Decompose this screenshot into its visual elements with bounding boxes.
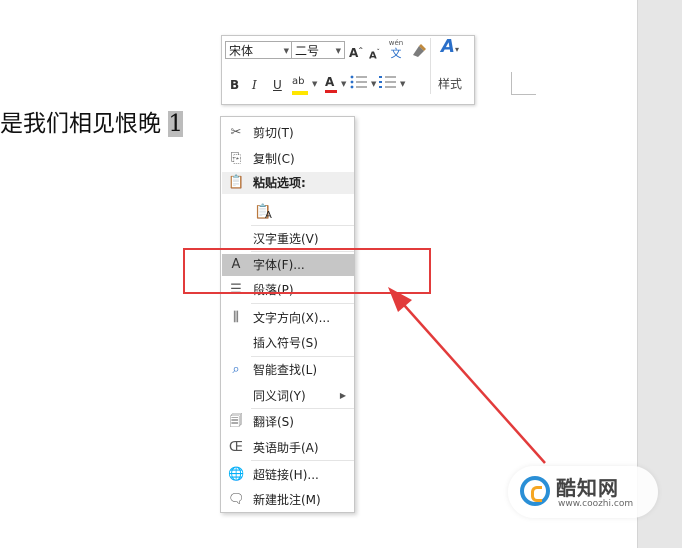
- watermark: 酷知网 www.coozhi.com: [508, 466, 658, 518]
- watermark-name: 酷知网: [556, 476, 619, 500]
- watermark-logo-icon: [520, 476, 550, 506]
- watermark-url: www.coozhi.com: [558, 499, 634, 509]
